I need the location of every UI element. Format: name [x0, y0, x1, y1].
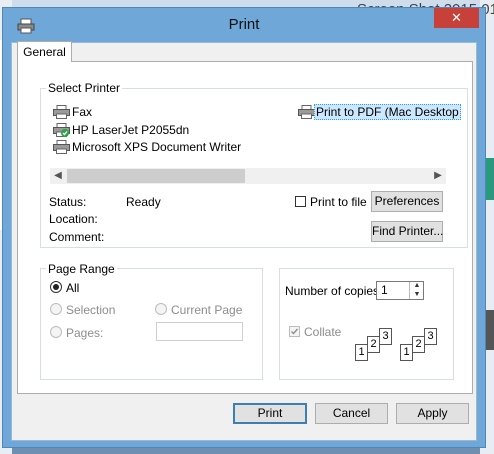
collate-illustration-set-2: 1 2 3 — [400, 326, 444, 366]
dialog-title: Print — [228, 16, 260, 33]
status-value: Ready — [126, 195, 161, 209]
copies-spinner[interactable]: ▲ ▼ — [409, 282, 424, 299]
scroll-left-arrow-icon[interactable]: ◀ — [50, 168, 66, 184]
all-radio[interactable] — [50, 281, 62, 293]
spin-down-icon[interactable]: ▼ — [410, 291, 424, 299]
cancel-button[interactable]: Cancel — [315, 403, 388, 424]
spin-up-icon[interactable]: ▲ — [410, 282, 424, 290]
scrollbar-thumb[interactable] — [67, 169, 245, 183]
close-icon: ✕ — [451, 10, 462, 25]
dialog-titlebar[interactable]: Print ✕ — [3, 8, 485, 42]
preferences-button[interactable]: Preferences — [371, 191, 443, 212]
comment-label: Comment: — [49, 230, 105, 244]
printer-name: Fax — [72, 105, 93, 119]
collate-label[interactable]: Collate — [304, 325, 341, 339]
close-button[interactable]: ✕ — [434, 8, 479, 28]
tab-general[interactable]: General — [17, 41, 72, 62]
printer-icon — [53, 140, 70, 154]
printer-icon — [298, 105, 315, 119]
printer-name: Print to PDF (Mac Desktop — [314, 104, 461, 120]
printer-icon — [53, 105, 70, 119]
print-to-file-checkbox[interactable] — [295, 196, 306, 207]
current-page-radio[interactable] — [155, 303, 167, 315]
collate-page-icon: 3 — [424, 328, 437, 345]
find-printer-button[interactable]: Find Printer... — [371, 221, 443, 242]
collate-page-icon: 3 — [379, 328, 392, 345]
current-page-radio-label[interactable]: Current Page — [171, 303, 242, 317]
apply-button[interactable]: Apply — [396, 403, 469, 424]
status-label: Status: — [49, 195, 87, 209]
collate-illustration-set-1: 1 2 3 — [355, 326, 399, 366]
print-to-file-label[interactable]: Print to file — [310, 195, 367, 209]
all-radio-label[interactable]: All — [66, 281, 79, 295]
printer-item-print-to-pdf[interactable]: Print to PDF (Mac Desktop — [298, 104, 461, 120]
default-printer-icon — [53, 123, 70, 137]
pages-radio[interactable] — [50, 326, 62, 338]
printer-name: Microsoft XPS Document Writer — [72, 140, 242, 154]
pages-input[interactable] — [156, 322, 243, 341]
selection-radio[interactable] — [50, 303, 62, 315]
page-range-group-label: Page Range — [46, 262, 117, 276]
selection-radio-label[interactable]: Selection — [66, 303, 115, 317]
printer-list-scrollbar[interactable]: ◀ ▶ — [50, 168, 446, 184]
select-printer-group-label: Select Printer — [46, 81, 123, 95]
check-icon — [291, 328, 299, 335]
location-label: Location: — [49, 212, 98, 226]
number-of-copies-label: Number of copies: — [285, 284, 383, 298]
print-button[interactable]: Print — [233, 403, 307, 424]
pages-radio-label[interactable]: Pages: — [66, 326, 103, 340]
printer-name: HP LaserJet P2055dn — [72, 123, 190, 137]
scroll-right-arrow-icon[interactable]: ▶ — [430, 168, 446, 184]
collate-checkbox[interactable] — [289, 326, 300, 337]
